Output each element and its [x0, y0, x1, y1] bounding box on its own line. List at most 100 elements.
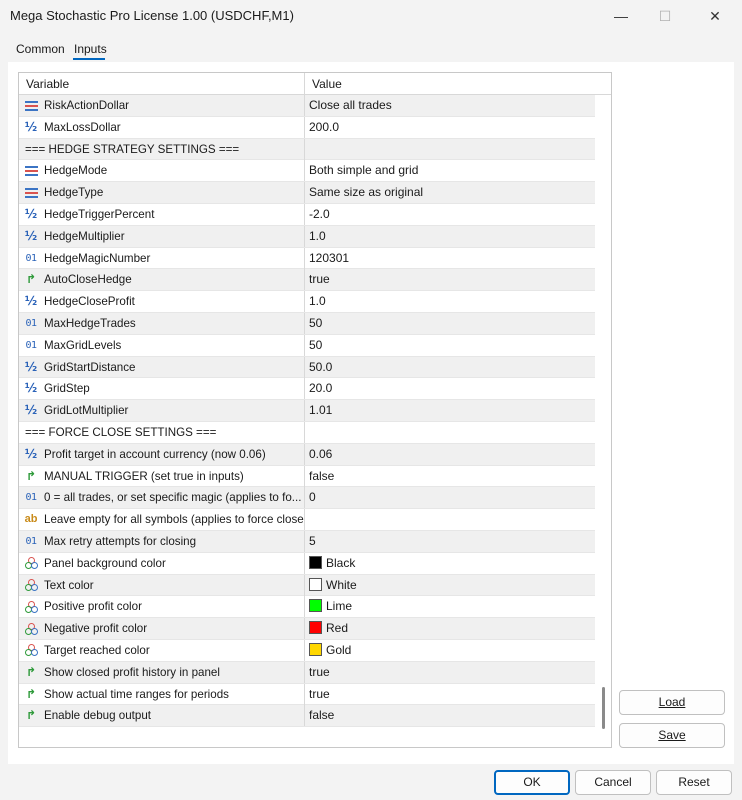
tab-common[interactable]: Common — [16, 42, 65, 56]
table-row[interactable]: ½ Profit target in account currency (now … — [19, 443, 595, 466]
value-cell[interactable]: 200.0 — [305, 117, 595, 138]
table-row[interactable]: ↱ MANUAL TRIGGER (set true in inputs) fals… — [19, 465, 595, 488]
value-cell[interactable]: Same size as original — [305, 182, 595, 203]
variable-cell: Negative profit color — [19, 618, 305, 640]
table-row[interactable]: HedgeType Same size as original — [19, 182, 595, 204]
variable-cell: Panel background color — [19, 552, 305, 574]
color-swatch — [309, 642, 322, 656]
value-cell[interactable]: true — [305, 269, 595, 290]
minimize-button[interactable]: — — [598, 0, 644, 32]
value-text: 0 — [309, 490, 316, 505]
close-button[interactable]: ✕ — [692, 0, 738, 32]
value-cell[interactable]: false — [305, 705, 595, 726]
table-body: RiskActionDollar Close all trades ½ MaxLoss… — [19, 95, 595, 728]
value-cell[interactable]: 5 — [305, 531, 595, 552]
value-cell[interactable]: Close all trades — [305, 95, 595, 116]
table-row[interactable]: Text color White — [19, 574, 595, 597]
ok-button[interactable]: OK — [494, 770, 570, 795]
table-row[interactable]: Panel background color Black — [19, 552, 595, 575]
value-cell[interactable]: -2.0 — [305, 204, 595, 225]
value-cell[interactable]: 20.0 — [305, 378, 595, 399]
variable-cell: 01 Max retry attempts for closing — [19, 530, 305, 552]
table-row[interactable]: 01 MaxGridLevels 50 — [19, 334, 595, 357]
variable-name: HedgeMagicNumber — [44, 251, 151, 265]
table-row[interactable]: ↱ Enable debug output false — [19, 705, 595, 728]
value-cell[interactable]: 0.06 — [305, 444, 595, 465]
table-row[interactable]: ↱ Show actual time ranges for periods true — [19, 683, 595, 706]
column-header-variable[interactable]: Variable — [19, 73, 305, 95]
table-row[interactable]: Negative profit color Red — [19, 618, 595, 640]
value-cell[interactable]: Black — [305, 553, 595, 574]
value-cell[interactable] — [305, 509, 595, 530]
table-row[interactable]: 01 0 = all trades, or set specific magic … — [19, 487, 595, 510]
table-row[interactable]: Target reached color Gold — [19, 639, 595, 662]
value-cell[interactable]: Gold — [305, 640, 595, 661]
column-header-value[interactable]: Value — [305, 73, 597, 95]
table-row[interactable]: ab Leave empty for all symbols (applies t… — [19, 509, 595, 531]
variable-cell: ab Leave empty for all symbols (applies t… — [19, 509, 305, 531]
table-row[interactable]: ½ GridStep 20.0 — [19, 378, 595, 401]
integer-icon: 01 — [25, 252, 37, 264]
reset-button[interactable]: Reset — [656, 770, 732, 795]
table-row[interactable]: ½ HedgeMultiplier 1.0 — [19, 225, 595, 248]
table-row[interactable]: ½ GridStartDistance 50.0 — [19, 356, 595, 379]
value-cell[interactable]: 50 — [305, 313, 595, 334]
value-cell[interactable]: 50 — [305, 335, 595, 356]
tab-inputs[interactable]: Inputs — [74, 42, 107, 56]
table-row[interactable]: ½ GridLotMultiplier 1.01 — [19, 400, 595, 422]
value-cell[interactable]: Red — [305, 618, 595, 639]
cancel-button[interactable]: Cancel — [575, 770, 651, 795]
value-text: 1.01 — [309, 403, 333, 418]
maximize-button[interactable]: ☐ — [642, 0, 688, 32]
variable-cell: HedgeType — [19, 182, 305, 204]
variable-name: MaxHedgeTrades — [44, 316, 136, 330]
table-row[interactable]: 01 HedgeMagicNumber 120301 — [19, 247, 595, 270]
table-row[interactable]: ½ MaxLossDollar 200.0 — [19, 116, 595, 139]
value-cell[interactable]: Both simple and grid — [305, 160, 595, 181]
variable-name: HedgeMultiplier — [44, 229, 125, 243]
table-row[interactable]: ↱ AutoCloseHedge true — [19, 269, 595, 292]
value-cell[interactable]: Lime — [305, 596, 595, 617]
value-cell[interactable]: 1.0 — [305, 291, 595, 312]
value-cell[interactable]: 50.0 — [305, 357, 595, 378]
value-text: Same size as original — [309, 185, 424, 200]
value-cell[interactable] — [305, 139, 595, 160]
value-cell[interactable]: false — [305, 466, 595, 487]
save-button[interactable]: Save — [619, 723, 725, 748]
value-cell[interactable] — [305, 422, 595, 443]
variable-cell: Text color — [19, 574, 305, 596]
variable-cell: ↱ MANUAL TRIGGER (set true in inputs) — [19, 465, 305, 487]
scrollbar-thumb[interactable] — [602, 687, 605, 729]
table-row[interactable]: RiskActionDollar Close all trades — [19, 95, 595, 117]
table-row[interactable]: 01 Max retry attempts for closing 5 — [19, 530, 595, 553]
variable-name: 0 = all trades, or set specific magic (a… — [44, 491, 302, 505]
value-cell[interactable]: White — [305, 575, 595, 596]
table-row[interactable]: === FORCE CLOSE SETTINGS === — [19, 421, 595, 444]
table-row[interactable]: Positive profit color Lime — [19, 596, 595, 619]
load-button[interactable]: Load — [619, 690, 725, 715]
variable-name: GridStartDistance — [44, 360, 136, 374]
variable-cell: Target reached color — [19, 639, 305, 661]
value-cell[interactable]: 120301 — [305, 248, 595, 269]
variable-cell: ↱ Enable debug output — [19, 705, 305, 727]
value-cell[interactable]: true — [305, 684, 595, 705]
value-text: true — [309, 664, 330, 679]
table-row[interactable]: HedgeMode Both simple and grid — [19, 160, 595, 183]
double-icon: ½ — [24, 446, 38, 461]
value-cell[interactable]: 1.0 — [305, 226, 595, 247]
table-row[interactable]: ½ HedgeCloseProfit 1.0 — [19, 291, 595, 313]
variable-cell: ↱ Show closed profit history in panel — [19, 661, 305, 683]
variable-cell: RiskActionDollar — [19, 95, 305, 116]
value-cell[interactable]: true — [305, 662, 595, 683]
value-cell[interactable]: 0 — [305, 487, 595, 508]
table-row[interactable]: ↱ Show closed profit history in panel true — [19, 661, 595, 684]
variable-name: Panel background color — [44, 556, 166, 570]
variable-name: HedgeMode — [44, 164, 108, 178]
table-row[interactable]: === HEDGE STRATEGY SETTINGS === — [19, 138, 595, 161]
table-row[interactable]: ½ HedgeTriggerPercent -2.0 — [19, 203, 595, 226]
value-cell[interactable]: 1.01 — [305, 400, 595, 421]
variable-cell: ½ Profit target in account currency (now … — [19, 443, 305, 465]
double-icon: ½ — [24, 403, 38, 418]
table-row[interactable]: 01 MaxHedgeTrades 50 — [19, 312, 595, 335]
vertical-scrollbar[interactable] — [597, 95, 611, 747]
